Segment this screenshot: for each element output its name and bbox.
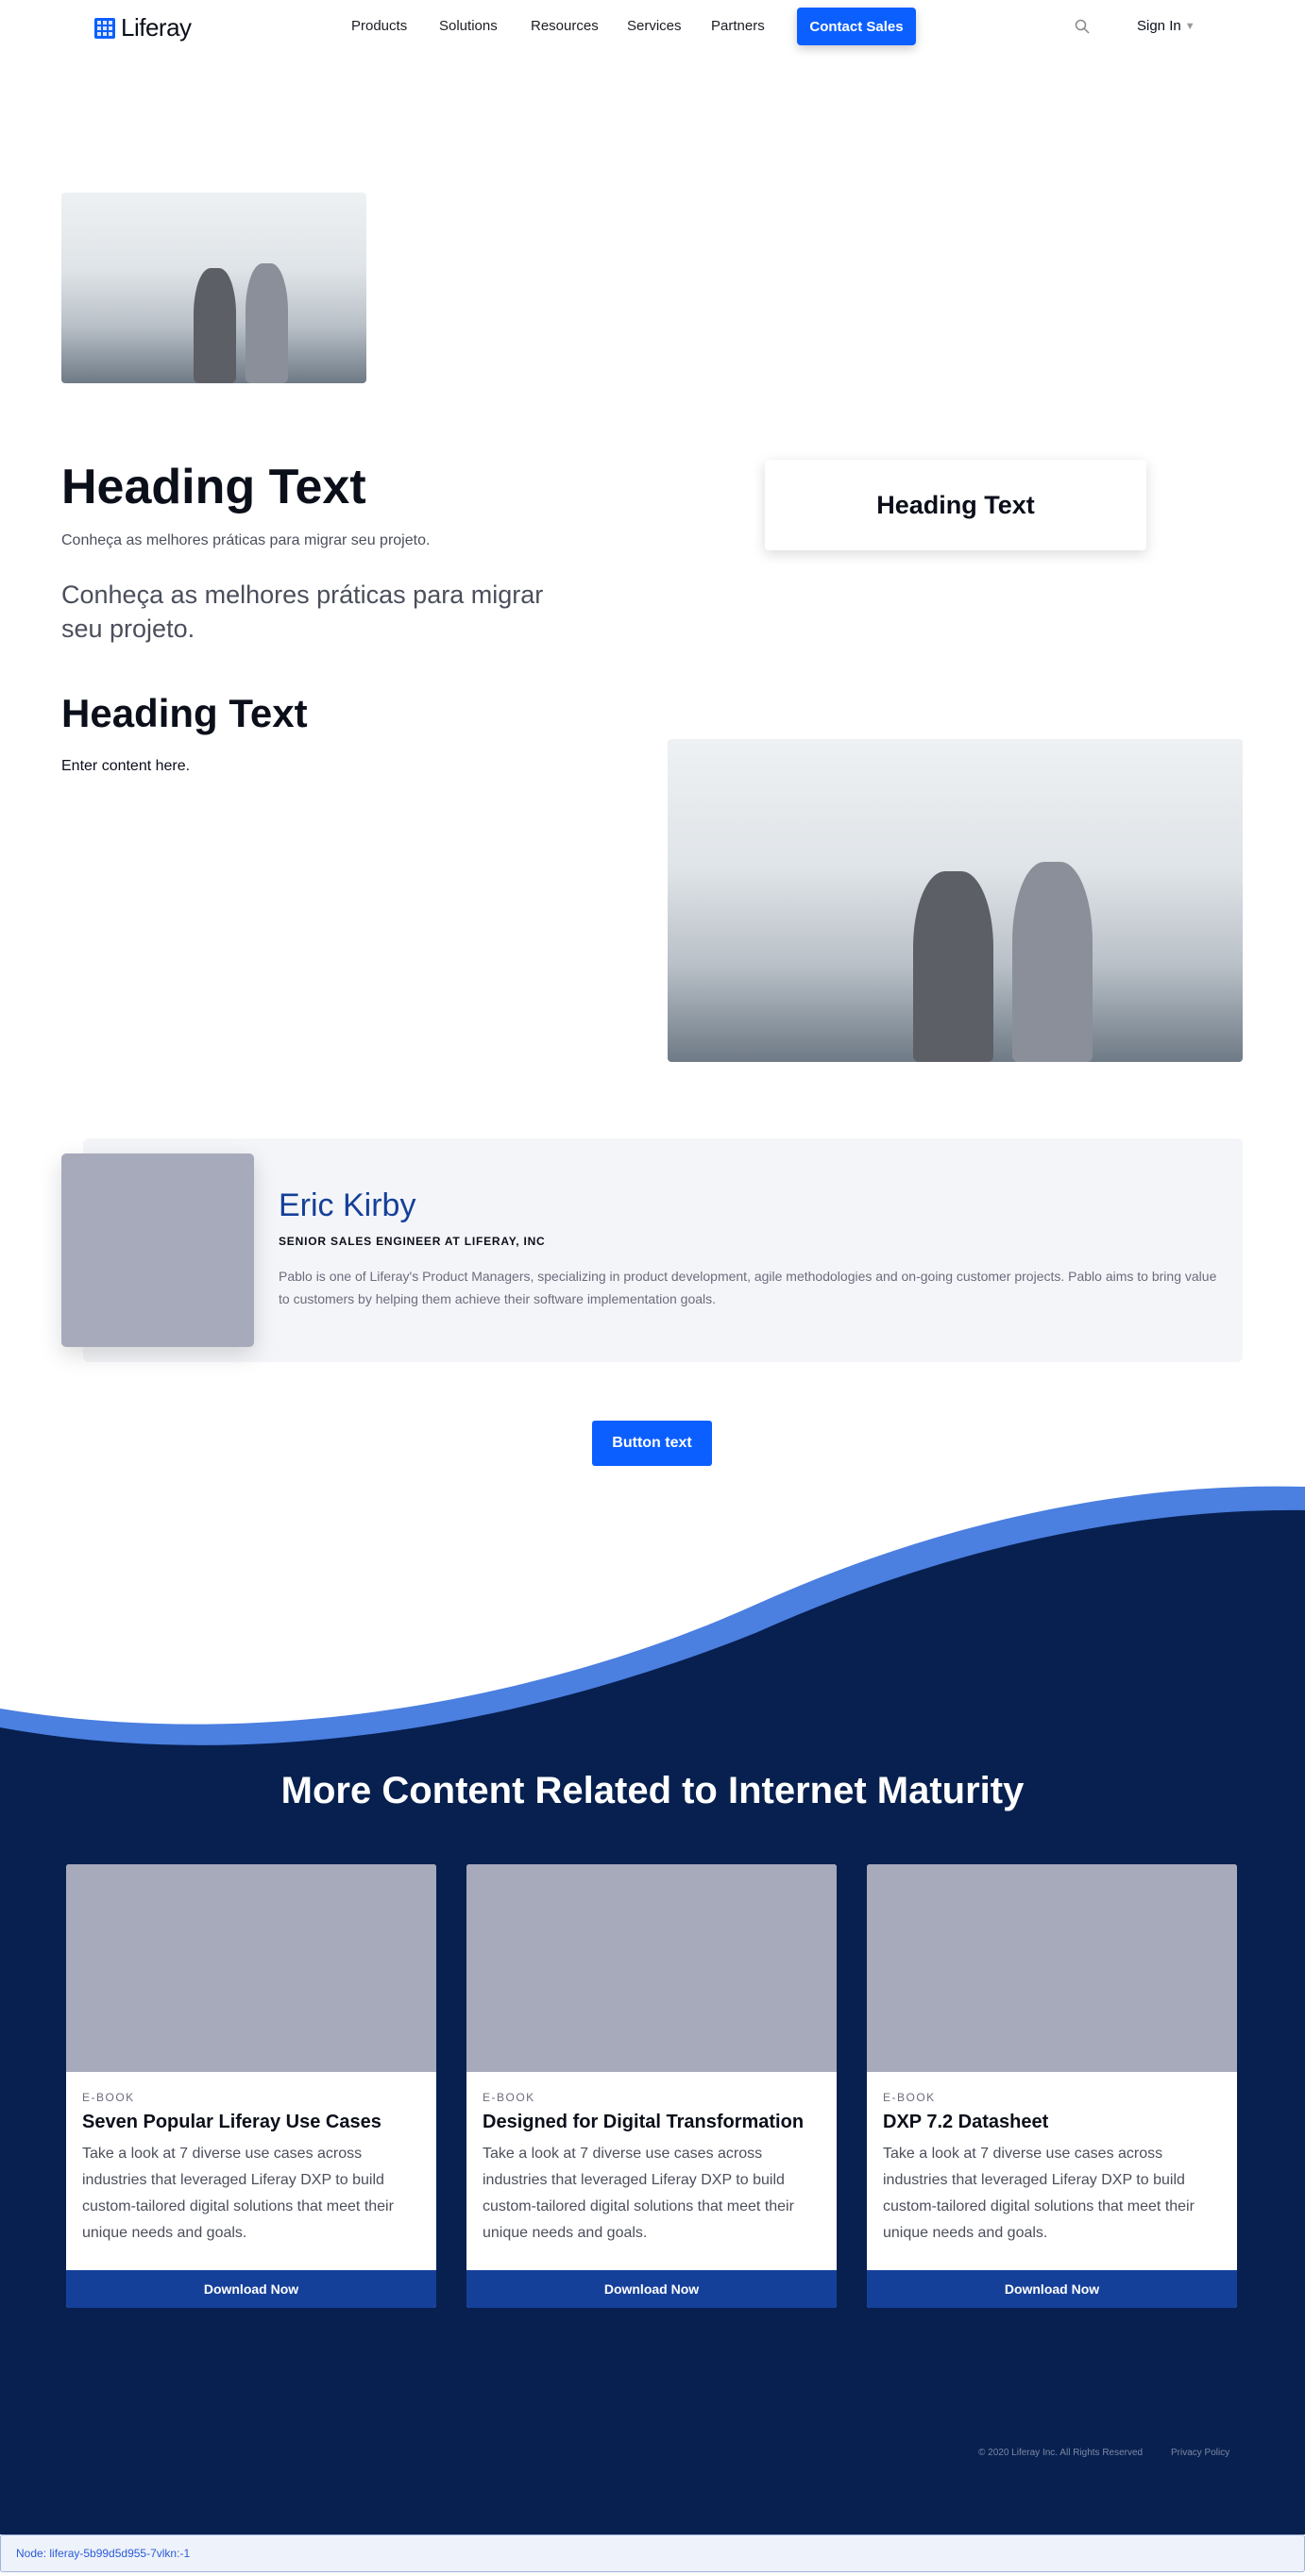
contact-sales-button[interactable]: Contact Sales [797, 8, 916, 45]
nav-resources[interactable]: Resources [531, 18, 599, 34]
nav-products[interactable]: Products [351, 18, 407, 34]
top-nav: Liferay Products Solutions Resources Ser… [0, 0, 1305, 53]
card-tag: E-BOOK [883, 2091, 936, 2104]
card-description: Take a look at 7 diverse use cases acros… [82, 2146, 394, 2241]
content-card: E-BOOK DXP 7.2 Datasheet Take a look at … [867, 1864, 1237, 2308]
node-info-bar: Node: liferay-5b99d5d955-7vlkn:-1 [0, 2534, 1305, 2572]
subtitle-large: Conheça as melhores práticas para migrar… [61, 581, 544, 643]
nav-partners[interactable]: Partners [711, 18, 765, 34]
card-description: Take a look at 7 diverse use cases acros… [483, 2146, 794, 2241]
download-button[interactable]: Download Now [66, 2270, 436, 2308]
content-card: E-BOOK Designed for Digital Transformati… [466, 1864, 837, 2308]
liferay-logo[interactable]: Liferay [94, 13, 192, 42]
card-description: Take a look at 7 diverse use cases acros… [883, 2146, 1195, 2241]
copyright: © 2020 Liferay Inc. All Rights Reserved [978, 2448, 1144, 2458]
download-button[interactable]: Download Now [466, 2270, 837, 2308]
search-icon[interactable] [1075, 19, 1090, 34]
card-title: Seven Popular Liferay Use Cases [82, 2112, 381, 2132]
logo-text: Liferay [121, 13, 192, 42]
primary-button[interactable]: Button text [592, 1421, 712, 1466]
download-button[interactable]: Download Now [867, 2270, 1237, 2308]
card-image [66, 1864, 436, 2072]
sign-in-label: Sign In [1137, 18, 1181, 34]
nav-solutions[interactable]: Solutions [439, 18, 498, 34]
heading-text-1: Heading Text [61, 460, 366, 514]
profile-title: SENIOR SALES ENGINEER AT LIFERAY, INC [279, 1235, 546, 1248]
card-image [867, 1864, 1237, 2072]
heading-card: Heading Text [765, 460, 1146, 550]
caret-down-icon: ▼ [1184, 20, 1195, 32]
logo-icon [94, 17, 115, 39]
profile-bio: Pablo is one of Liferay's Product Manage… [279, 1269, 1217, 1306]
content-card: E-BOOK Seven Popular Liferay Use Cases T… [66, 1864, 436, 2308]
related-title: More Content Related to Internet Maturit… [280, 1770, 1025, 1811]
profile-name: Eric Kirby [279, 1187, 416, 1223]
card-title: DXP 7.2 Datasheet [883, 2112, 1049, 2132]
content-text: Enter content here. [61, 758, 191, 774]
card-title: Designed for Digital Transformation [483, 2112, 805, 2132]
heading-text-2: Heading Text [61, 691, 308, 735]
nav-services[interactable]: Services [627, 18, 682, 34]
privacy-link[interactable]: Privacy Policy [1171, 2448, 1229, 2458]
avatar [61, 1153, 254, 1347]
sign-in-dropdown[interactable]: Sign In ▼ [1137, 18, 1195, 34]
hero-image-small [61, 193, 366, 383]
card-tag: E-BOOK [483, 2091, 535, 2104]
card-image [466, 1864, 837, 2072]
profile-card [83, 1138, 1243, 1362]
hero-image-large [668, 739, 1243, 1062]
subtitle-small: Conheça as melhores práticas para migrar… [61, 532, 431, 548]
card-tag: E-BOOK [82, 2091, 135, 2104]
